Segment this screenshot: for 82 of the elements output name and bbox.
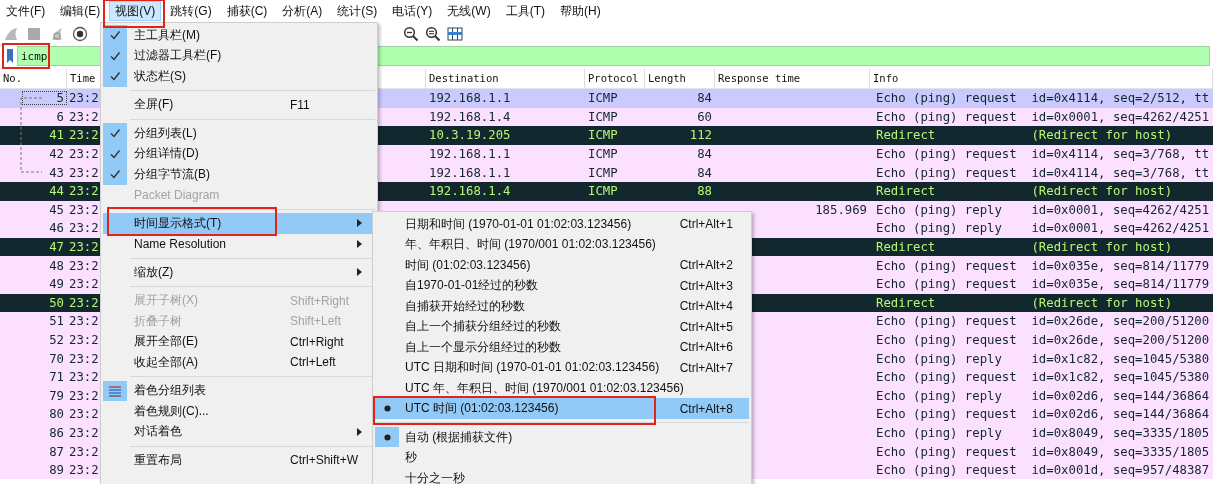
- table-cell-text: 23:2: [68, 388, 99, 403]
- table-cell-text: 23:2: [68, 165, 99, 180]
- table-cell-text: 50: [48, 295, 65, 310]
- table-cell-text: ICMP: [587, 91, 619, 106]
- table-cell-text: 23:2: [68, 240, 99, 255]
- table-cell-text: Echo (ping) reply id=0x02d6, seq=144/36864: [875, 388, 1211, 403]
- table-cell-text: 23:2: [68, 463, 99, 478]
- table-cell-text: 10.3.19.205: [428, 128, 512, 143]
- table-cell-text: 52: [48, 333, 65, 347]
- table-cell-text: 48: [48, 258, 65, 273]
- table-cell-text: 70: [48, 351, 65, 366]
- table-cell-text: 71: [48, 370, 65, 385]
- table-cell-text: 23:2: [68, 333, 99, 347]
- table-cell-text: 49: [48, 277, 65, 292]
- table-cell-text: Echo (ping) request id=0x0001, seq=4262/4251: [875, 109, 1211, 124]
- table-cell-text: 45: [48, 202, 65, 217]
- table-cell-text: 23:2: [68, 370, 99, 385]
- table-cell-text: 23:2: [68, 109, 99, 124]
- table-cell-text: 192.168.1.4: [428, 184, 512, 199]
- table-cell-text: 23:2: [68, 221, 99, 236]
- table-cell-text: 23:2: [68, 91, 99, 106]
- table-cell-text: 84: [696, 147, 713, 162]
- table-cell-text: 51: [48, 314, 65, 329]
- table-cell-text: 41: [48, 128, 65, 143]
- table-cell-text: 60: [696, 109, 713, 124]
- table-cell-text: 192.168.1.1: [428, 91, 512, 106]
- table-cell-text: Echo (ping) request id=0x001d, seq=957/48387: [875, 463, 1211, 478]
- table-cell-text: 86: [48, 426, 65, 440]
- table-cell-text: ICMP: [587, 109, 619, 124]
- table-cell-text: 23:2: [68, 444, 99, 459]
- table-cell-text: 42: [48, 147, 65, 162]
- table-cell-text: Echo (ping) request id=0x035e, seq=814/11779: [875, 277, 1211, 292]
- table-cell-text: ICMP: [587, 165, 619, 180]
- table-cell-text: Echo (ping) request id=0x1c82, seq=1045/5380: [875, 370, 1211, 385]
- table-cell-text: 6: [55, 109, 65, 124]
- table-cell-text: ICMP: [587, 147, 619, 162]
- table-cell-text: Echo (ping) request id=0x035e, seq=814/11779: [875, 258, 1211, 273]
- table-cell-text: 23:2: [68, 258, 99, 273]
- table-cell-text: 46: [48, 221, 65, 236]
- table-cell-text: 23:2: [68, 277, 99, 292]
- table-cell-text: 23:2: [68, 407, 99, 422]
- table-cell-text: 23:2: [68, 426, 99, 440]
- table-cell-text: Echo (ping) request id=0x4114, seq=2/512, tt: [875, 91, 1211, 106]
- table-cell-text: Echo (ping) reply id=0x1c82, seq=1045/5380: [875, 351, 1211, 366]
- table-cell-text: Redirect (Redirect for host): [875, 240, 1174, 255]
- table-cell-text: Echo (ping) reply id=0x0001, seq=4262/4251: [875, 202, 1211, 217]
- table-cell-text: 89: [48, 463, 65, 478]
- table-cell-text: Redirect (Redirect for host): [875, 184, 1174, 199]
- table-cell-text: ICMP: [587, 184, 619, 199]
- table-cell-text: 44: [48, 184, 65, 199]
- table-cell-text: 23:2: [68, 295, 99, 310]
- table-cell-text: ICMP: [587, 128, 619, 143]
- table-cell-text: Echo (ping) reply id=0x8049, seq=3335/1805: [875, 426, 1211, 440]
- table-cell-text: 23:2: [68, 202, 99, 217]
- table-cell-text: Redirect (Redirect for host): [875, 295, 1174, 310]
- table-cell-text: 23:2: [68, 147, 99, 162]
- table-cell-text: Echo (ping) request id=0x8049, seq=3335/1805: [875, 444, 1211, 459]
- table-cell-text: Echo (ping) request id=0x26de, seq=200/51200: [875, 333, 1211, 347]
- table-cell-text: 185.969: [814, 202, 868, 217]
- table-cell-text: 84: [696, 91, 713, 106]
- table-cell-text: Echo (ping) request id=0x4114, seq=3/768, tt: [875, 165, 1211, 180]
- table-cell-text: 192.168.1.4: [428, 109, 512, 124]
- table-cell-text: 23:2: [68, 184, 99, 199]
- table-cell-text: 112: [688, 128, 713, 143]
- table-cell: 5: [22, 91, 67, 106]
- table-cell-text: Redirect (Redirect for host): [875, 128, 1174, 143]
- table-cell-text: 23:2: [68, 128, 99, 143]
- table-cell-text: 192.168.1.1: [428, 165, 512, 180]
- table-cell-text: 87: [48, 444, 65, 459]
- table-cell-text: 47: [48, 240, 65, 255]
- table-cell-text: 88: [696, 184, 713, 199]
- table-cell-text: 80: [48, 407, 65, 422]
- table-cell-text: 79: [48, 388, 65, 403]
- table-cell-text: 84: [696, 165, 713, 180]
- table-cell-text: 192.168.1.1: [428, 147, 512, 162]
- table-cell-text: Echo (ping) request id=0x4114, seq=3/768, tt: [875, 147, 1211, 162]
- table-cell-text: Echo (ping) reply id=0x0001, seq=4262/4251: [875, 221, 1211, 236]
- table-cell-text: Echo (ping) request id=0x02d6, seq=144/36864: [875, 407, 1211, 422]
- table-cell-text: 23:2: [68, 351, 99, 366]
- table-cell-text: Echo (ping) request id=0x26de, seq=200/51200: [875, 314, 1211, 329]
- table-cell-text: 23:2: [68, 314, 99, 329]
- table-cell-text: 43: [48, 165, 65, 180]
